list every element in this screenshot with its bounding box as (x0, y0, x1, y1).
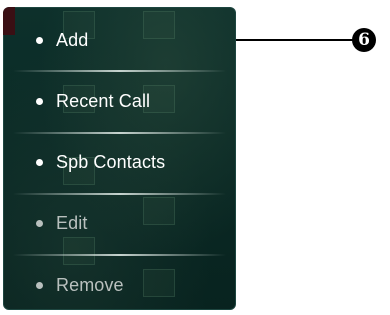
menu-item-remove[interactable]: Remove (3, 255, 236, 310)
menu-item-recent-call[interactable]: Recent Call (3, 71, 236, 131)
menu-item-label: Add (56, 29, 89, 50)
bullet-icon (36, 97, 43, 105)
bullet-icon (36, 281, 43, 289)
bullet-icon (36, 219, 43, 227)
callout-leader-line (236, 39, 354, 41)
context-menu: Add Recent Call Spb Contacts Edit Remove (3, 7, 236, 310)
menu-item-edit[interactable]: Edit (3, 193, 236, 253)
menu-item-label: Spb Contacts (56, 151, 166, 172)
menu-item-label: Recent Call (56, 90, 151, 111)
manual-figure: Add Recent Call Spb Contacts Edit Remove… (0, 0, 390, 315)
menu-item-add[interactable]: Add (3, 10, 236, 70)
menu-item-spb-contacts[interactable]: Spb Contacts (3, 132, 236, 192)
bullet-icon (36, 158, 43, 166)
callout-number-badge: 6 (352, 28, 376, 52)
menu-item-label: Remove (56, 274, 124, 295)
menu-item-label: Edit (56, 212, 88, 233)
bullet-icon (36, 36, 43, 44)
